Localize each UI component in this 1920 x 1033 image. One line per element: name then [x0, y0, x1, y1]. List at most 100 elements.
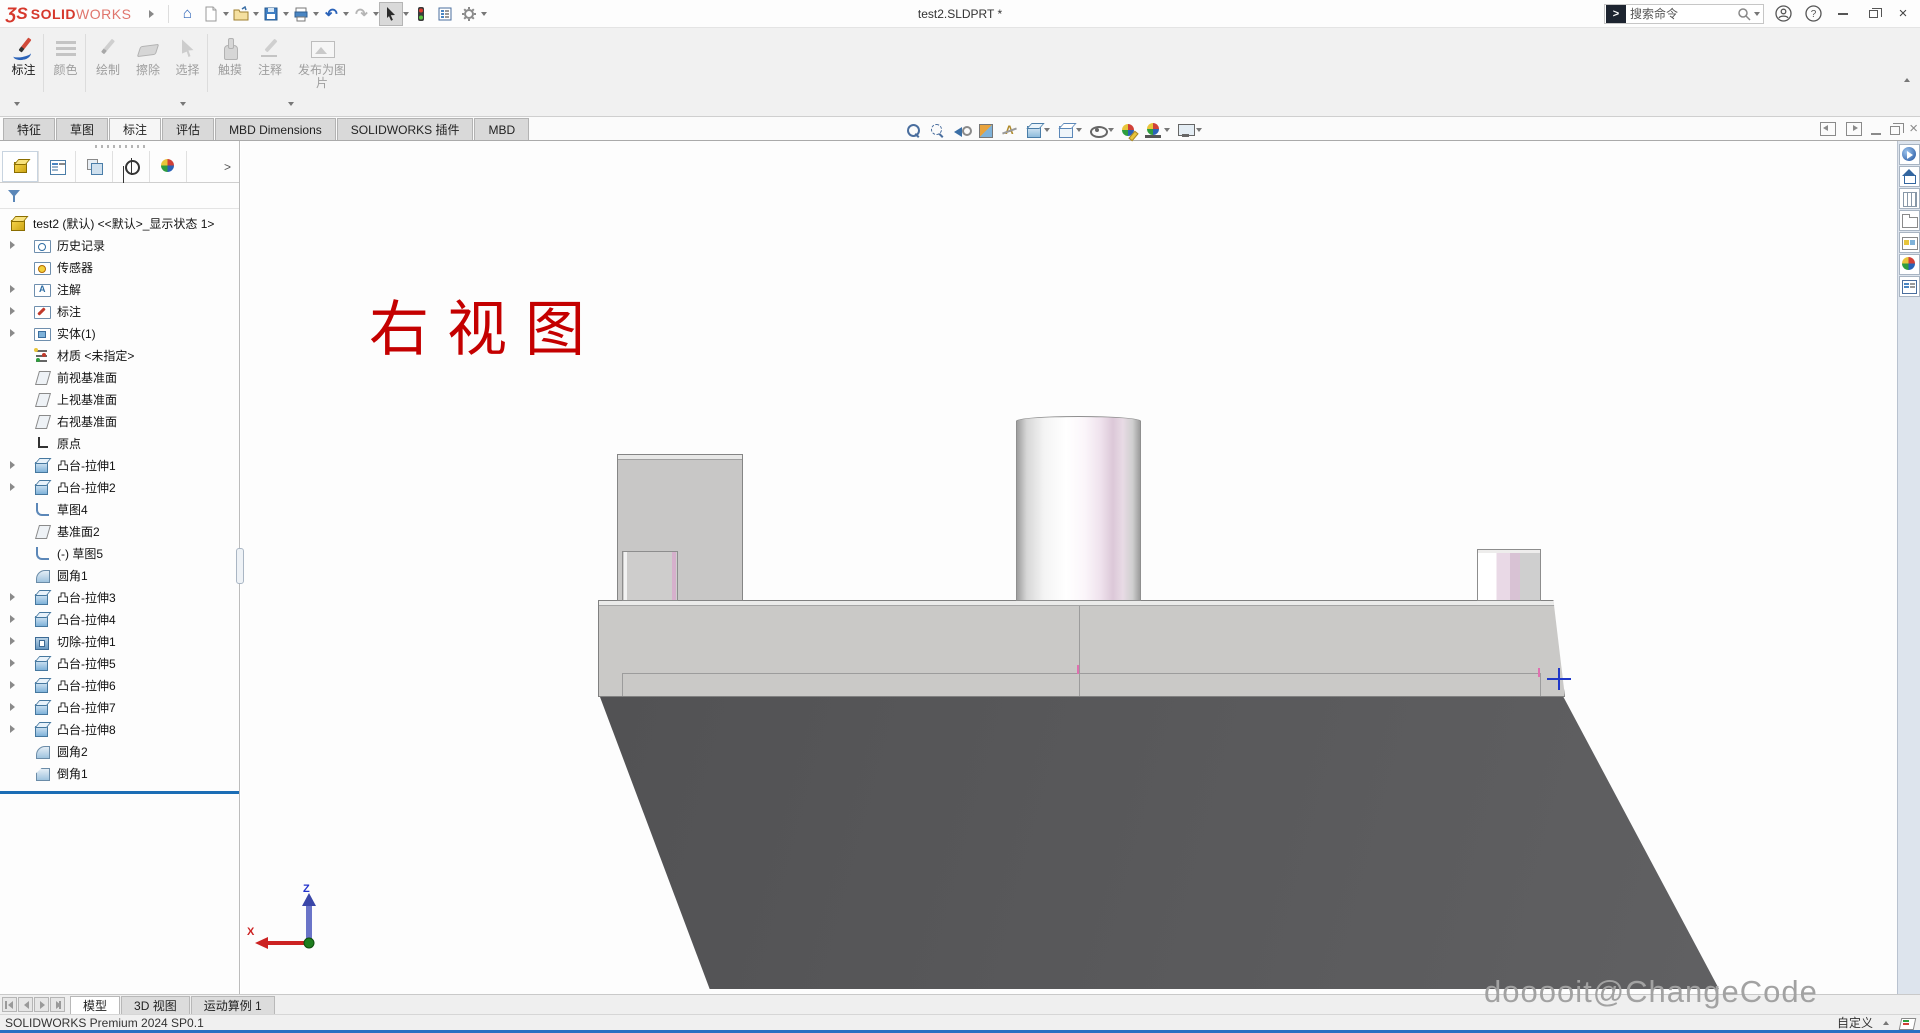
ribbon-button[interactable]: 注释 [250, 34, 290, 92]
ribbon-collapse-icon[interactable] [1904, 78, 1910, 82]
sheet-nav-button[interactable] [2, 997, 17, 1012]
tree-item[interactable]: 前视基准面 [0, 366, 239, 388]
ribbon-button[interactable]: 触摸 [210, 34, 250, 92]
tree-item[interactable]: 倒角1 [0, 762, 239, 784]
help-button[interactable]: ? [1802, 4, 1824, 24]
doc-close-icon[interactable]: × [1909, 121, 1918, 136]
group-flyout-icon[interactable] [288, 102, 294, 106]
task-pane-tab[interactable] [1899, 276, 1920, 297]
new-document-button[interactable] [199, 2, 223, 26]
select-tool-button[interactable] [379, 2, 403, 26]
doc-minimize-icon[interactable] [1871, 133, 1881, 135]
hud-button[interactable] [950, 119, 973, 141]
command-tab[interactable]: 特征 [3, 118, 55, 140]
tree-root-item[interactable]: test2 (默认) <<默认>_显示状态 1> [0, 212, 239, 234]
tree-item[interactable]: 凸台-拉伸6 [0, 674, 239, 696]
panel-tabs-overflow-icon[interactable]: > [216, 151, 239, 182]
tag-icon[interactable] [1899, 1016, 1915, 1030]
sheet-nav-button[interactable] [18, 997, 33, 1012]
expand-arrow-icon[interactable] [10, 461, 15, 469]
expand-arrow-icon[interactable] [10, 703, 15, 711]
panel-drag-handle[interactable] [95, 145, 145, 148]
open-button[interactable] [229, 2, 253, 26]
toolbar-flyout-icon[interactable] [14, 102, 20, 106]
dropdown-caret-icon[interactable] [1044, 128, 1050, 132]
show-pane-left-icon[interactable] [1819, 120, 1836, 137]
tree-item[interactable]: 基准面2 [0, 520, 239, 542]
undo-button[interactable]: ↶ [319, 2, 343, 26]
dropdown-caret-icon[interactable] [1108, 128, 1114, 132]
bottom-tab[interactable]: 3D 视图 [121, 996, 190, 1014]
tree-item[interactable]: 历史记录 [0, 234, 239, 256]
expand-arrow-icon[interactable] [10, 483, 15, 491]
bottom-tab[interactable]: 模型 [70, 996, 120, 1014]
bottom-tab[interactable]: 运动算例 1 [191, 996, 275, 1014]
tree-item[interactable]: 凸台-拉伸5 [0, 652, 239, 674]
home-button[interactable]: ⌂ [175, 2, 199, 26]
hud-button[interactable] [1054, 119, 1085, 141]
options-button[interactable] [457, 2, 481, 26]
model-base-plate[interactable] [598, 600, 1565, 697]
tree-item[interactable]: 右视基准面 [0, 410, 239, 432]
expand-arrow-icon[interactable] [10, 659, 15, 667]
customize-caret-icon[interactable] [1883, 1021, 1889, 1025]
graphics-area[interactable]: 右视图 Z X [241, 141, 1897, 994]
redo-button[interactable]: ↷ [349, 2, 373, 26]
hud-button[interactable] [998, 119, 1021, 141]
restore-button[interactable] [1862, 4, 1884, 24]
hud-button[interactable] [1118, 119, 1141, 141]
tree-item[interactable]: 草图4 [0, 498, 239, 520]
command-tab[interactable]: MBD Dimensions [215, 118, 336, 140]
tree-item[interactable]: 上视基准面 [0, 388, 239, 410]
minimize-button[interactable] [1832, 4, 1854, 24]
tree-item[interactable]: 标注 [0, 300, 239, 322]
search-input[interactable]: > 搜索命令 [1604, 4, 1764, 24]
tree-item[interactable]: 凸台-拉伸2 [0, 476, 239, 498]
tree-item[interactable]: 圆角1 [0, 564, 239, 586]
model-right-boss[interactable] [1477, 549, 1541, 601]
panel-splitter-grip[interactable] [236, 548, 244, 584]
expand-arrow-icon[interactable] [10, 285, 15, 293]
model-left-notch[interactable] [622, 551, 678, 601]
command-tab[interactable]: 标注 [109, 118, 161, 140]
tree-item[interactable]: 圆角2 [0, 740, 239, 762]
hud-button[interactable] [1086, 119, 1117, 141]
hud-button[interactable] [926, 119, 949, 141]
expand-arrow-icon[interactable] [10, 307, 15, 315]
hud-button[interactable] [902, 119, 925, 141]
expand-arrow-icon[interactable] [10, 681, 15, 689]
task-pane-tab[interactable] [1899, 166, 1920, 187]
tree-item[interactable]: 注解 [0, 278, 239, 300]
ribbon-button[interactable]: 绘制 [88, 34, 128, 92]
sheet-nav-button[interactable] [34, 997, 49, 1012]
ribbon-button[interactable]: 选择 [168, 34, 208, 92]
hud-button[interactable] [1174, 119, 1205, 141]
ribbon-button[interactable]: 颜色 [46, 34, 86, 92]
expand-arrow-icon[interactable] [10, 329, 15, 337]
model-cylinder-boss[interactable] [1016, 416, 1141, 601]
feature-panel-tab[interactable] [2, 151, 39, 182]
options-dropdown-icon[interactable] [481, 12, 487, 16]
command-tab[interactable]: MBD [474, 118, 529, 140]
tree-item[interactable]: 传感器 [0, 256, 239, 278]
dropdown-caret-icon[interactable] [1164, 128, 1170, 132]
close-button[interactable]: × [1892, 4, 1914, 24]
group-flyout-icon[interactable] [180, 102, 186, 106]
expand-arrow-icon[interactable] [10, 615, 15, 623]
task-pane-tab[interactable] [1899, 210, 1920, 231]
task-pane-tab[interactable] [1899, 232, 1920, 253]
tree-item[interactable]: 凸台-拉伸7 [0, 696, 239, 718]
task-pane-tab[interactable] [1899, 254, 1920, 275]
task-pane-tab[interactable] [1899, 144, 1920, 165]
show-pane-right-icon[interactable] [1845, 120, 1862, 137]
feature-panel-tab[interactable] [39, 151, 76, 182]
command-tab[interactable]: 草图 [56, 118, 108, 140]
tree-item[interactable]: 凸台-拉伸8 [0, 718, 239, 740]
print-button[interactable] [289, 2, 313, 26]
expand-arrow-icon[interactable] [10, 241, 15, 249]
customize-menu[interactable]: 自定义 [1837, 1014, 1873, 1031]
feature-panel-tab[interactable] [76, 151, 113, 182]
tree-filter-bar[interactable] [0, 183, 239, 209]
tree-item[interactable]: 材质 <未指定> [0, 344, 239, 366]
dropdown-caret-icon[interactable] [1196, 128, 1202, 132]
